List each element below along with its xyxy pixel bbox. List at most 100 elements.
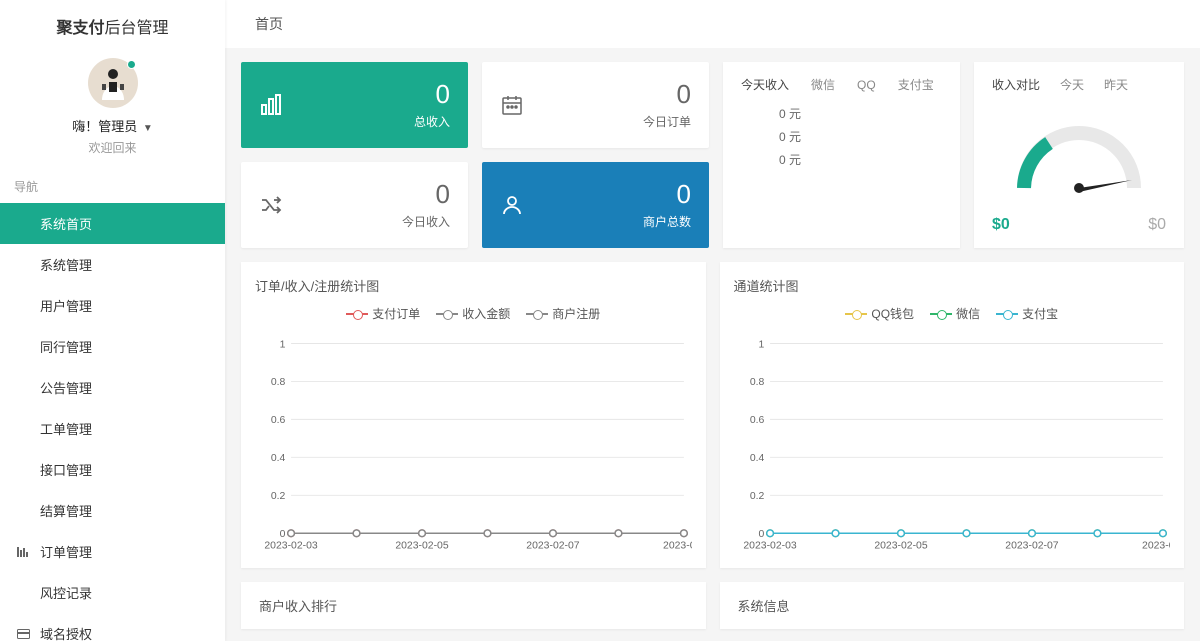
svg-text:0.4: 0.4 [749,453,764,464]
nav-label: 同行管理 [40,337,92,356]
bars-icon [16,546,30,558]
chart-title: 通道统计图 [734,276,1171,295]
nav-item-0[interactable]: 系统首页 [0,203,225,244]
today-income-panel: 今天收入 微信 QQ 支付宝 0 元 0 元 0 元 [723,62,960,248]
income-line: 0 元 [779,128,942,145]
profile: 嗨！管理员 ▼ 欢迎回来 [0,48,225,170]
shuffle-icon [259,191,287,219]
stat-label: 今日收入 [402,213,450,230]
stat-card-2[interactable]: 0 今日收入 [241,162,468,248]
nav-item-10[interactable]: 域名授权 [0,613,225,641]
gauge-value-right: $0 [1148,216,1166,234]
svg-text:2023-02-07: 2023-02-07 [1005,540,1059,551]
svg-text:2023-02-: 2023-02- [1142,540,1170,551]
stats-grid: 0总收入0今日订单0今日收入0商户总数 [241,62,709,248]
sidebar: 聚支付后台管理 嗨！管理员 ▼ 欢迎回来 导航 系统首页系统管理用户管理同行管理… [0,0,225,641]
gauge-panel: 收入对比 今天 昨天 $0 $0 [974,62,1184,248]
nav-item-8[interactable]: 订单管理 [0,531,225,572]
merchant-rank-panel: 商户收入排行 [241,582,706,629]
nav-item-5[interactable]: 工单管理 [0,408,225,449]
nav-item-4[interactable]: 公告管理 [0,367,225,408]
legend-label: 支付宝 [1022,305,1058,322]
svg-text:2023-02-03: 2023-02-03 [264,540,318,551]
profile-name-text: 嗨！管理员 [72,119,137,134]
nav-item-6[interactable]: 接口管理 [0,449,225,490]
stat-label: 商户总数 [643,213,691,230]
income-line: 0 元 [779,105,942,122]
avatar[interactable] [88,58,138,108]
legend-item[interactable]: QQ钱包 [845,305,914,322]
chart-legend: 支付订单收入金额商户注册 [255,305,692,322]
nav-label: 订单管理 [40,542,92,561]
nav-header: 导航 [0,170,225,203]
calendar-icon [500,91,528,119]
legend-item[interactable]: 收入金额 [436,305,510,322]
nav-item-3[interactable]: 同行管理 [0,326,225,367]
legend-label: 支付订单 [372,305,420,322]
brand: 聚支付后台管理 [0,0,225,48]
system-info-panel: 系统信息 [720,582,1185,629]
legend-mark-icon [930,309,952,319]
legend-item[interactable]: 微信 [930,305,980,322]
stat-card-1[interactable]: 0今日订单 [482,62,709,148]
breadcrumb: 首页 [225,0,1200,48]
svg-text:0.8: 0.8 [749,377,764,388]
stat-card-3[interactable]: 0 商户总数 [482,162,709,248]
stat-value: 0 [414,80,450,109]
svg-text:2023-02-: 2023-02- [663,540,691,551]
nav-label: 风控记录 [40,583,92,602]
user-icon [500,191,528,219]
svg-text:2023-02-03: 2023-02-03 [743,540,797,551]
nav-label: 接口管理 [40,460,92,479]
legend-item[interactable]: 支付宝 [996,305,1058,322]
tab-today[interactable]: 今天 [1060,76,1084,93]
gauge-icon [992,93,1166,212]
profile-name-dropdown[interactable]: 嗨！管理员 ▼ [0,116,225,135]
caret-down-icon: ▼ [143,123,153,134]
gauge-title: 收入对比 [992,76,1040,93]
stat-value: 0 [643,180,691,209]
income-line: 0 元 [779,151,942,168]
legend-label: 微信 [956,305,980,322]
svg-text:1: 1 [280,339,286,350]
nav-item-2[interactable]: 用户管理 [0,285,225,326]
nav-item-9[interactable]: 风控记录 [0,572,225,613]
legend-item[interactable]: 商户注册 [526,305,600,322]
tab-yesterday[interactable]: 昨天 [1104,76,1128,93]
svg-text:0.2: 0.2 [749,491,764,502]
chart-body[interactable]: 00.20.40.60.812023-02-032023-02-052023-0… [734,330,1171,560]
legend-mark-icon [436,309,458,319]
nav-item-7[interactable]: 结算管理 [0,490,225,531]
nav-label: 域名授权 [40,624,92,641]
svg-text:0: 0 [280,529,286,540]
legend-mark-icon [526,309,548,319]
status-dot-icon [127,60,136,69]
svg-text:0.2: 0.2 [271,491,286,502]
svg-text:0.4: 0.4 [271,453,286,464]
nav-item-1[interactable]: 系统管理 [0,244,225,285]
svg-text:0.8: 0.8 [271,377,286,388]
tab-qq[interactable]: QQ [857,78,876,92]
main: 首页 0总收入0今日订单0今日收入0商户总数 今天收入 微信 QQ 支付宝 0 … [225,0,1200,641]
stat-label: 总收入 [414,113,450,130]
stat-value: 0 [402,180,450,209]
nav-label: 系统管理 [40,255,92,274]
legend-item[interactable]: 支付订单 [346,305,420,322]
tab-alipay[interactable]: 支付宝 [898,76,934,93]
svg-text:2023-02-05: 2023-02-05 [395,540,449,551]
svg-text:0.6: 0.6 [749,415,764,426]
chart-icon [259,91,287,119]
stat-value: 0 [643,80,691,109]
stat-card-0[interactable]: 0 总收入 [241,62,468,148]
brand-strong: 聚支付 [56,20,104,37]
nav-list: 系统首页系统管理用户管理同行管理公告管理工单管理接口管理结算管理订单管理风控记录… [0,203,225,641]
chart-body[interactable]: 00.20.40.60.812023-02-032023-02-052023-0… [255,330,692,560]
tab-wechat[interactable]: 微信 [811,76,835,93]
legend-label: QQ钱包 [871,305,914,322]
chart-orders: 订单/收入/注册统计图 支付订单收入金额商户注册 00.20.40.60.812… [241,262,706,568]
legend-mark-icon [996,309,1018,319]
svg-text:2023-02-05: 2023-02-05 [874,540,928,551]
svg-text:0: 0 [758,529,764,540]
profile-welcome: 欢迎回来 [0,139,225,156]
chart-channels: 通道统计图 QQ钱包微信支付宝 00.20.40.60.812023-02-03… [720,262,1185,568]
